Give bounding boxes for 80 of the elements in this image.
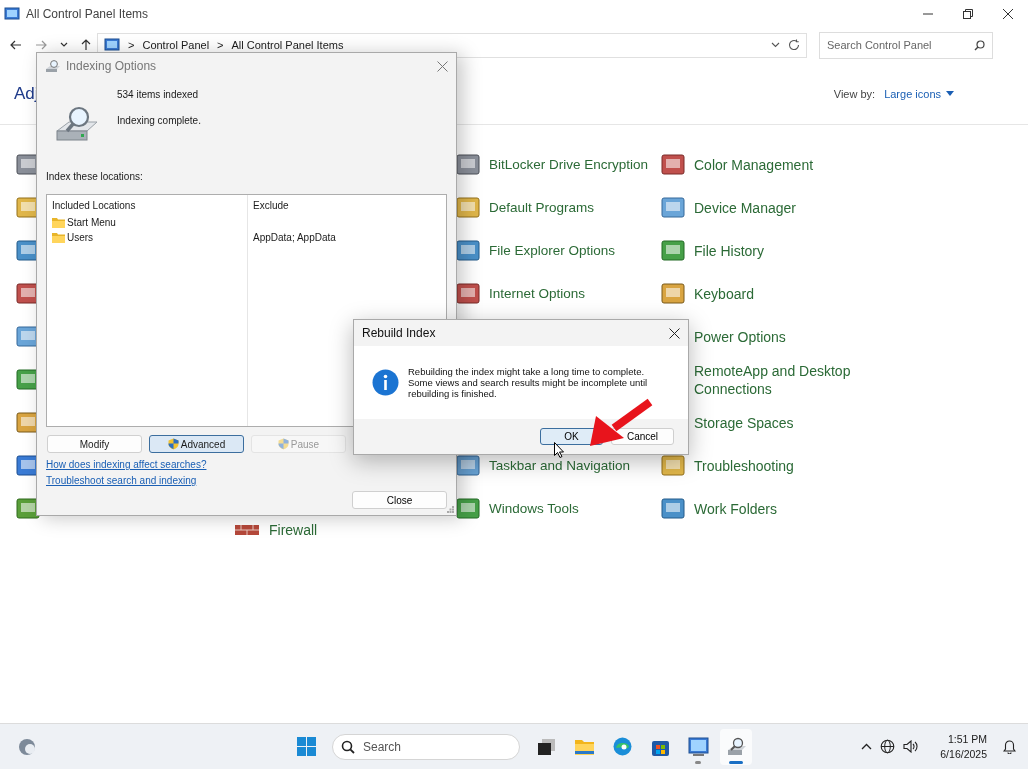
close-button[interactable]: Close: [352, 491, 447, 509]
info-icon: [372, 369, 399, 396]
item-link[interactable]: Default Programs: [489, 198, 595, 217]
item-link[interactable]: Color Management: [694, 155, 854, 174]
items-count: 534 items indexed: [117, 89, 200, 100]
dialog-button[interactable]: Modify: [47, 435, 142, 453]
control-panel-icon: [104, 37, 120, 53]
item-link[interactable]: Firewall: [269, 521, 429, 539]
close-icon[interactable]: [669, 327, 680, 339]
restore-icon: [963, 9, 973, 19]
clock[interactable]: 1:51 PM 6/16/2025: [940, 733, 987, 760]
help-link[interactable]: How does indexing affect searches?: [46, 459, 207, 470]
column-header: Exclude: [253, 200, 290, 213]
help-link[interactable]: Troubleshoot search and indexing: [46, 475, 197, 486]
close-icon: [1003, 9, 1013, 19]
forward-arrow-icon[interactable]: [35, 40, 47, 50]
browser-icon: [611, 736, 633, 757]
shield-icon: [167, 438, 179, 450]
tile-icon: [660, 280, 686, 307]
control-panel-icon: [687, 736, 709, 757]
item-link[interactable]: Power Options: [694, 327, 854, 346]
dialog-title: Indexing Options: [66, 59, 158, 73]
chevron-down-icon[interactable]: [771, 42, 780, 48]
location-name: Start Menu: [67, 217, 116, 228]
shield-icon: [277, 438, 289, 450]
folder-icon: [52, 232, 65, 243]
tile-icon: [660, 151, 686, 178]
back-arrow-icon[interactable]: [10, 40, 22, 50]
shield-button[interactable]: Advanced: [149, 435, 244, 453]
tile-icon: [660, 495, 686, 522]
column-header: Included Locations: [52, 200, 137, 213]
dialog-title: Rebuild Index: [362, 326, 437, 340]
item-link[interactable]: Windows Tools: [489, 499, 579, 518]
refresh-icon[interactable]: [788, 39, 800, 51]
search-field[interactable]: Search Control Panel: [819, 31, 993, 59]
control-panel-icon: [4, 6, 20, 22]
windows-logo-icon: [295, 736, 317, 757]
tile-icon: [660, 237, 686, 264]
breadcrumb[interactable]: Control Panel: [142, 39, 210, 51]
item-link[interactable]: Keyboard: [694, 284, 854, 303]
brick-wall-icon: [235, 525, 259, 535]
item-link[interactable]: Troubleshooting: [694, 456, 854, 475]
breadcrumb-separator: >: [217, 39, 224, 51]
view-by-dropdown[interactable]: Large icons: [884, 87, 954, 100]
locations-label: Index these locations:: [46, 171, 144, 182]
excluded-folders: AppData; AppData: [253, 232, 337, 243]
folder-icon: [52, 217, 65, 228]
tile-icon: [660, 194, 686, 221]
location-name: Users: [67, 232, 94, 243]
dialog-button[interactable]: Cancel: [611, 428, 674, 445]
item-link[interactable]: File Explorer Options: [489, 241, 616, 260]
breadcrumb-separator: >: [128, 39, 135, 51]
weather-icon: [17, 736, 37, 757]
item-link[interactable]: File History: [694, 241, 854, 260]
search-drive-icon: [725, 736, 747, 757]
indexing-status: Indexing complete.: [117, 115, 201, 126]
view-by-label: View by:: [833, 87, 876, 100]
item-link[interactable]: Taskbar and Navigation: [489, 456, 631, 475]
caret-icon: [946, 91, 954, 96]
chevron-down-icon[interactable]: [60, 42, 68, 48]
resize-grip-icon: [447, 506, 454, 513]
chevron-up-icon[interactable]: [861, 743, 873, 750]
message-text: Rebuilding the index might take a long time to complete. Some views and search results might be incomplete until rebuilding is finished.: [408, 366, 648, 399]
search-icon: [341, 739, 355, 754]
item-link[interactable]: Work Folders: [694, 499, 854, 518]
globe-icon[interactable]: [880, 739, 896, 754]
window-title: All Control Panel Items: [26, 7, 150, 21]
item-link[interactable]: BitLocker Drive Encryption: [489, 155, 649, 174]
item-link[interactable]: Storage Spaces: [694, 413, 854, 432]
search-drive-icon: [45, 59, 61, 73]
taskbar-search[interactable]: Search: [332, 733, 520, 760]
bell-icon[interactable]: [1003, 739, 1016, 754]
item-link[interactable]: Device Manager: [694, 198, 854, 217]
speaker-icon[interactable]: [903, 740, 919, 753]
search-icon: [974, 39, 985, 51]
task-view-icon: [535, 736, 557, 757]
item-link[interactable]: Internet Options: [489, 284, 586, 303]
up-arrow-icon[interactable]: [81, 39, 91, 51]
breadcrumb[interactable]: All Control Panel Items: [231, 39, 344, 51]
item-link[interactable]: RemoteApp and Desktop Connections: [694, 361, 854, 398]
